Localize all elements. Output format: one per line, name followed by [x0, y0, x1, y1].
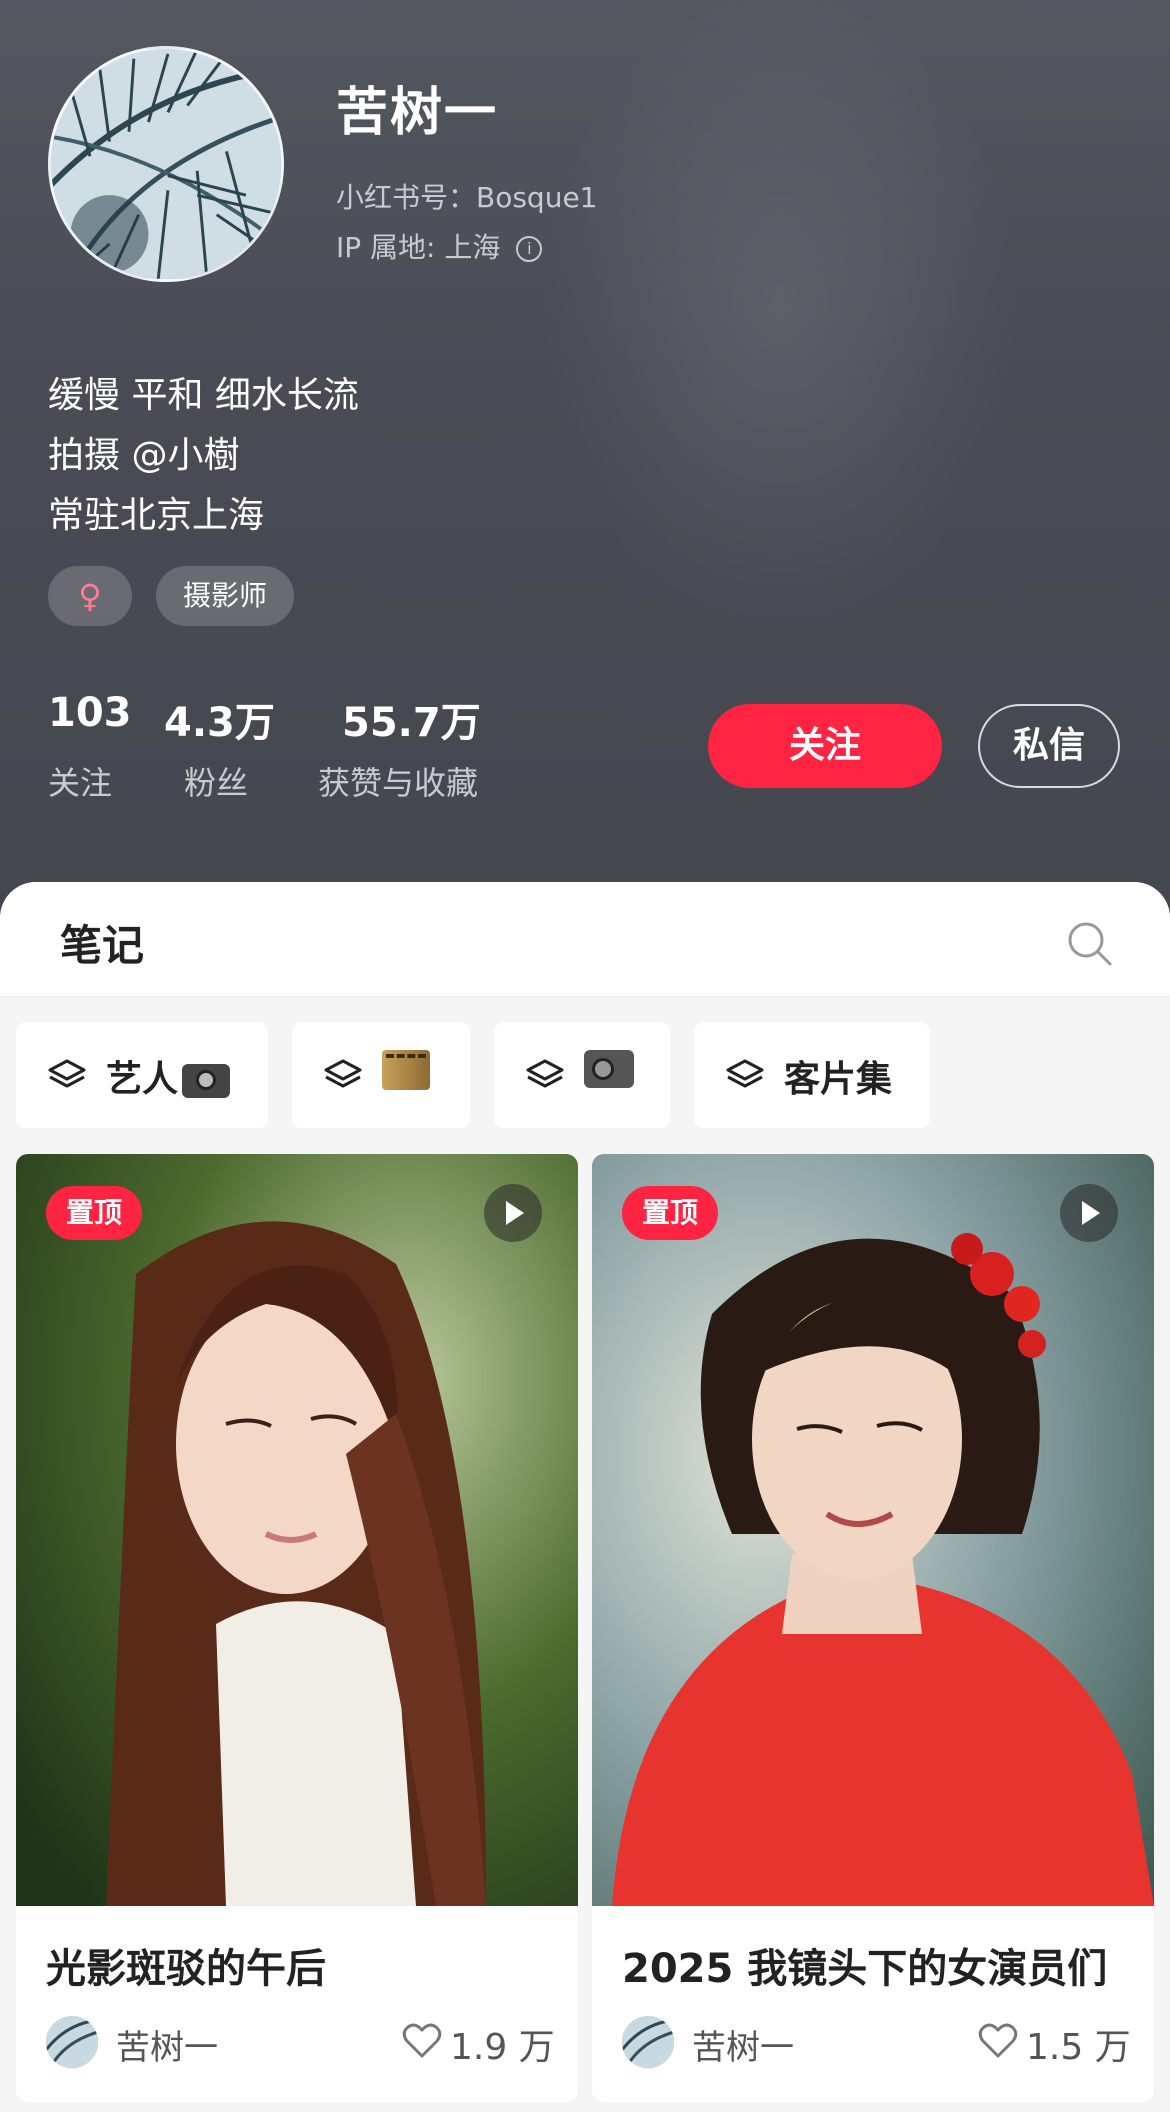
layers-icon [48, 1059, 86, 1088]
play-icon [484, 1184, 542, 1242]
film-emoji-icon [382, 1050, 430, 1090]
profile-header: 苦树一 小红书号：Bosque1 IP 属地: 上海 i 缓慢 平和 细水长流 拍… [0, 0, 1170, 930]
bio-line-3: 常驻北京上海 [48, 495, 265, 536]
author-avatar[interactable] [46, 2016, 98, 2068]
palm-leaf-avatar-image [622, 2016, 674, 2068]
note-cover-image[interactable] [592, 1154, 1154, 1906]
collection-artists[interactable]: 艺人 [16, 1022, 268, 1128]
note-title[interactable]: 光影斑驳的午后 [46, 1936, 326, 1994]
collection-film[interactable] [292, 1022, 470, 1128]
author-name[interactable]: 苦树一 [116, 2020, 218, 2069]
note-title[interactable]: 2025 我镜头下的女演员们 [622, 1936, 1107, 1994]
portrait-photo-red-sweater [592, 1154, 1154, 1906]
ip-location-row: IP 属地: 上海 i [336, 226, 543, 266]
collection-artists-label: 艺人 [106, 1059, 179, 1100]
likes-collections-label[interactable]: 获赞与收藏 [318, 758, 478, 804]
profile-avatar[interactable] [48, 46, 284, 282]
gender-tag: ♀ [48, 566, 132, 626]
author-name[interactable]: 苦树一 [692, 2020, 794, 2069]
bio-line-1: 缓慢 平和 细水长流 [48, 375, 359, 416]
ip-location: IP 属地: 上海 [336, 231, 501, 264]
notes-sheet: 笔记 艺人 客片集 置顶 光影斑驳的午后 苦树一 1.9 万 置顶 2025 我… [0, 882, 1170, 2112]
heart-icon[interactable] [402, 2022, 442, 2060]
bio-line-2[interactable]: 拍摄 @小樹 [48, 426, 239, 478]
pinned-badge: 置顶 [622, 1186, 718, 1240]
note-card-1[interactable]: 置顶 光影斑驳的午后 苦树一 1.9 万 [16, 1154, 578, 2102]
layers-icon [324, 1059, 362, 1088]
heart-icon[interactable] [978, 2022, 1018, 2060]
notes-tabbar: 笔记 [0, 882, 1170, 997]
collection-label [584, 1050, 634, 1097]
collection-client-shoots[interactable]: 客片集 [694, 1022, 930, 1128]
following-count[interactable]: 103 [48, 690, 132, 736]
collection-video[interactable] [494, 1022, 670, 1128]
play-icon [1060, 1184, 1118, 1242]
profile-name: 苦树一 [336, 83, 499, 143]
author-avatar[interactable] [622, 2016, 674, 2068]
likes-collections-count[interactable]: 55.7万 [342, 690, 481, 748]
pinned-badge: 置顶 [46, 1186, 142, 1240]
follow-button[interactable]: 关注 [708, 704, 942, 788]
like-count: 1.5 万 [1026, 2027, 1131, 2068]
collection-label: 客片集 [784, 1059, 893, 1100]
message-button[interactable]: 私信 [978, 704, 1120, 788]
layers-icon [526, 1059, 564, 1088]
collection-label [382, 1050, 430, 1099]
palm-leaf-avatar-image [51, 49, 281, 279]
camera-emoji-icon [182, 1064, 231, 1098]
collection-label: 艺人 [106, 1050, 231, 1102]
note-card-2[interactable]: 置顶 2025 我镜头下的女演员们 苦树一 1.5 万 [592, 1154, 1154, 2102]
portrait-photo-white-top [16, 1154, 578, 1906]
header-background-glow [520, 0, 1040, 660]
note-cover-image[interactable] [16, 1154, 578, 1906]
occupation-tag: 摄影师 [156, 566, 294, 626]
like-count: 1.9 万 [450, 2027, 555, 2068]
followers-count[interactable]: 4.3万 [164, 690, 275, 748]
layers-icon [726, 1059, 764, 1088]
following-label[interactable]: 关注 [48, 758, 112, 804]
followers-label[interactable]: 粉丝 [184, 758, 248, 804]
info-icon[interactable]: i [516, 236, 543, 262]
search-icon[interactable] [1066, 920, 1112, 966]
tab-notes[interactable]: 笔记 [60, 912, 144, 973]
video-camera-emoji-icon [584, 1050, 634, 1088]
palm-leaf-avatar-image [46, 2016, 98, 2068]
account-id: 小红书号：Bosque1 [336, 181, 598, 214]
